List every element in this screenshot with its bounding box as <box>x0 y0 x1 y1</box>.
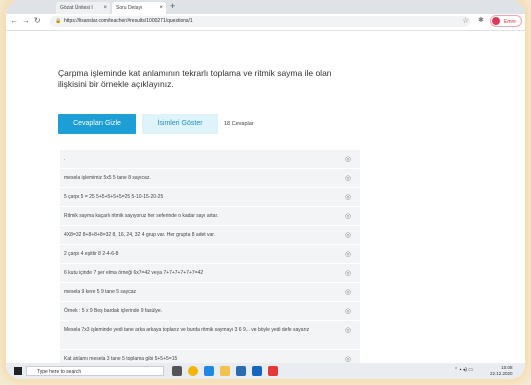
address-bar: ← → ↻ 🔒 https://lisanslar.com/teacher/#r… <box>6 14 525 31</box>
list-item: Ritmik sayma kaçarlı ritmik sayıyoruz he… <box>60 207 360 226</box>
answer-text: mesela işlemimiz 5x5 5 tane 8 sayıcaz. <box>64 175 151 181</box>
answer-text: 4X8=32 8+8+8+8=32 8, 16, 24, 32 4 grup v… <box>64 232 216 238</box>
answer-count: 18 Cevaplar <box>224 121 254 127</box>
list-item: 6 kutu içinde 7 şer elma örneği 6x7=42 v… <box>60 264 360 283</box>
answer-text: 2 çarpı 4 eşittir 8 2-4-6-8 <box>64 251 119 257</box>
clock-date: 22.12.2020 <box>490 371 513 376</box>
answer-text: Ritmik sayma kaçarlı ritmik sayıyoruz he… <box>64 213 219 219</box>
search-placeholder: Type here to search <box>37 369 82 375</box>
back-arrow-icon[interactable]: ← <box>10 16 18 25</box>
taskbar: Type here to search ⌃ ▪ ◂) ▭ 10:08 22.12… <box>6 363 525 379</box>
list-item: Mesela 7x3 işleminde yedi tane arka arka… <box>60 321 360 350</box>
tab-2[interactable]: Soru Detayı × <box>112 2 166 14</box>
url-text: https://lisanslar.com/teacher/#results/1… <box>64 18 193 24</box>
answer-text: Örnek : 5 x 9 Beş bardak içlerinde 9 fas… <box>64 308 163 314</box>
list-item: mesela 9 kere 5 9 tane 5 saycaz ◎ <box>60 283 360 302</box>
hide-eye-icon[interactable]: ◎ <box>345 326 351 334</box>
list-item: 2 çarpı 4 eşittir 8 2-4-6-8 ◎ <box>60 245 360 264</box>
list-item: mesela işlemimiz 5x5 5 tane 8 sayıcaz. ◎ <box>60 169 360 188</box>
answer-list: . ◎ mesela işlemimiz 5x5 5 tane 8 sayıcaz… <box>60 150 360 369</box>
hide-answers-button[interactable]: Cevapları Gizle <box>58 114 136 134</box>
clock: 10:08 22.12.2020 <box>490 365 513 377</box>
hide-eye-icon[interactable]: ◎ <box>345 193 351 201</box>
hide-eye-icon[interactable]: ◎ <box>345 212 351 220</box>
extensions-icon[interactable]: ✱ <box>478 16 484 24</box>
close-icon[interactable]: × <box>159 2 163 14</box>
hide-eye-icon[interactable]: ◎ <box>345 250 351 258</box>
show-names-button[interactable]: İsimleri Göster <box>142 114 218 134</box>
answer-text: mesela 9 kere 5 9 tane 5 saycaz <box>64 289 136 295</box>
tab-1[interactable]: Gözat Ünitesi I × <box>56 2 110 14</box>
app-icon[interactable] <box>268 366 278 376</box>
list-item: 5 çarpı 5 = 25 5+5+5+5+5=25 5-10-15-20-2… <box>60 188 360 207</box>
answer-text: . <box>64 156 66 162</box>
task-view-icon[interactable] <box>172 366 182 376</box>
hide-eye-icon[interactable]: ◎ <box>345 307 351 315</box>
list-item: . ◎ <box>60 150 360 169</box>
hide-eye-icon[interactable]: ◎ <box>345 269 351 277</box>
tab-2-label: Soru Detayı <box>116 5 143 11</box>
file-explorer-icon[interactable] <box>220 366 230 376</box>
tab-1-label: Gözat Ünitesi I <box>60 5 93 11</box>
answer-text: 6 kutu içinde 7 şer elma örneği 6x7=42 v… <box>64 270 204 276</box>
answer-text: Kat anlamı mesela 3 tane 5 toplama gibi … <box>64 356 178 362</box>
system-tray-icons[interactable]: ⌃ ▪ ◂) ▭ <box>454 367 473 373</box>
windows-start-icon[interactable] <box>14 367 22 375</box>
answer-text: Mesela 7x3 işleminde yedi tane arka arka… <box>64 327 310 333</box>
close-icon[interactable]: × <box>103 2 107 14</box>
list-item: 4X8=32 8+8+8+8=32 8, 16, 24, 32 4 grup v… <box>60 226 360 245</box>
bookmark-star-icon[interactable]: ☆ <box>462 16 469 25</box>
profile-label: Emre <box>504 19 516 25</box>
hide-eye-icon[interactable]: ◎ <box>345 231 351 239</box>
word-icon[interactable] <box>252 366 262 376</box>
hide-eye-icon[interactable]: ◎ <box>345 155 351 163</box>
list-item: Örnek : 5 x 9 Beş bardak içlerinde 9 fas… <box>60 302 360 321</box>
hide-eye-icon[interactable]: ◎ <box>345 355 351 363</box>
chrome-icon[interactable] <box>188 366 198 376</box>
new-tab-button[interactable]: + <box>170 1 175 11</box>
hide-eye-icon[interactable]: ◎ <box>345 174 351 182</box>
reload-icon[interactable]: ↻ <box>34 16 41 25</box>
answer-text: 5 çarpı 5 = 25 5+5+5+5+5=25 5-10-15-20-2… <box>64 194 164 200</box>
url-field[interactable]: 🔒 https://lisanslar.com/teacher/#results… <box>50 16 470 27</box>
hide-eye-icon[interactable]: ◎ <box>345 288 351 296</box>
avatar <box>492 17 500 25</box>
tab-bar: Gözat Ünitesi I × Soru Detayı × + <box>6 0 525 14</box>
forward-arrow-icon[interactable]: → <box>22 16 30 25</box>
lock-icon: 🔒 <box>55 18 62 24</box>
store-icon[interactable] <box>236 366 246 376</box>
taskbar-search-input[interactable]: Type here to search <box>26 366 164 376</box>
edge-icon[interactable] <box>204 366 214 376</box>
question-text: Çarpma işleminde kat anlamının tekrarlı … <box>58 68 332 89</box>
browser-window: Gözat Ünitesi I × Soru Detayı × + ← → ↻ … <box>6 0 525 379</box>
